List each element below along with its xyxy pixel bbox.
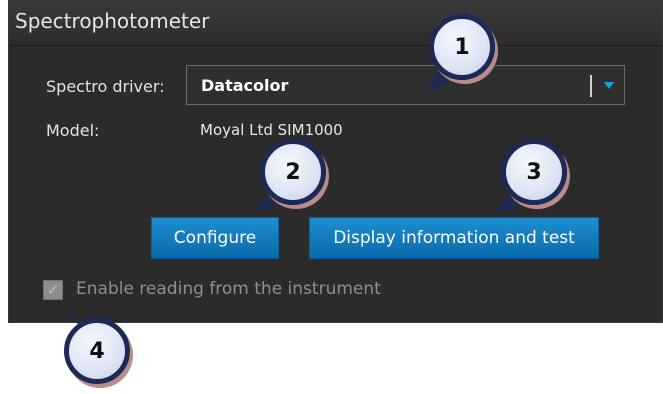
- callout-number-2: 2: [285, 159, 301, 185]
- callout-number-4: 4: [89, 338, 105, 364]
- callout-number-3: 3: [526, 159, 542, 185]
- callout-badge-4: 4: [64, 318, 130, 384]
- callout-badge-3: 3: [501, 139, 567, 205]
- callout-badge-1: 1: [429, 14, 495, 80]
- callout-badge-2: 2: [260, 139, 326, 205]
- callout-number-1: 1: [454, 34, 470, 60]
